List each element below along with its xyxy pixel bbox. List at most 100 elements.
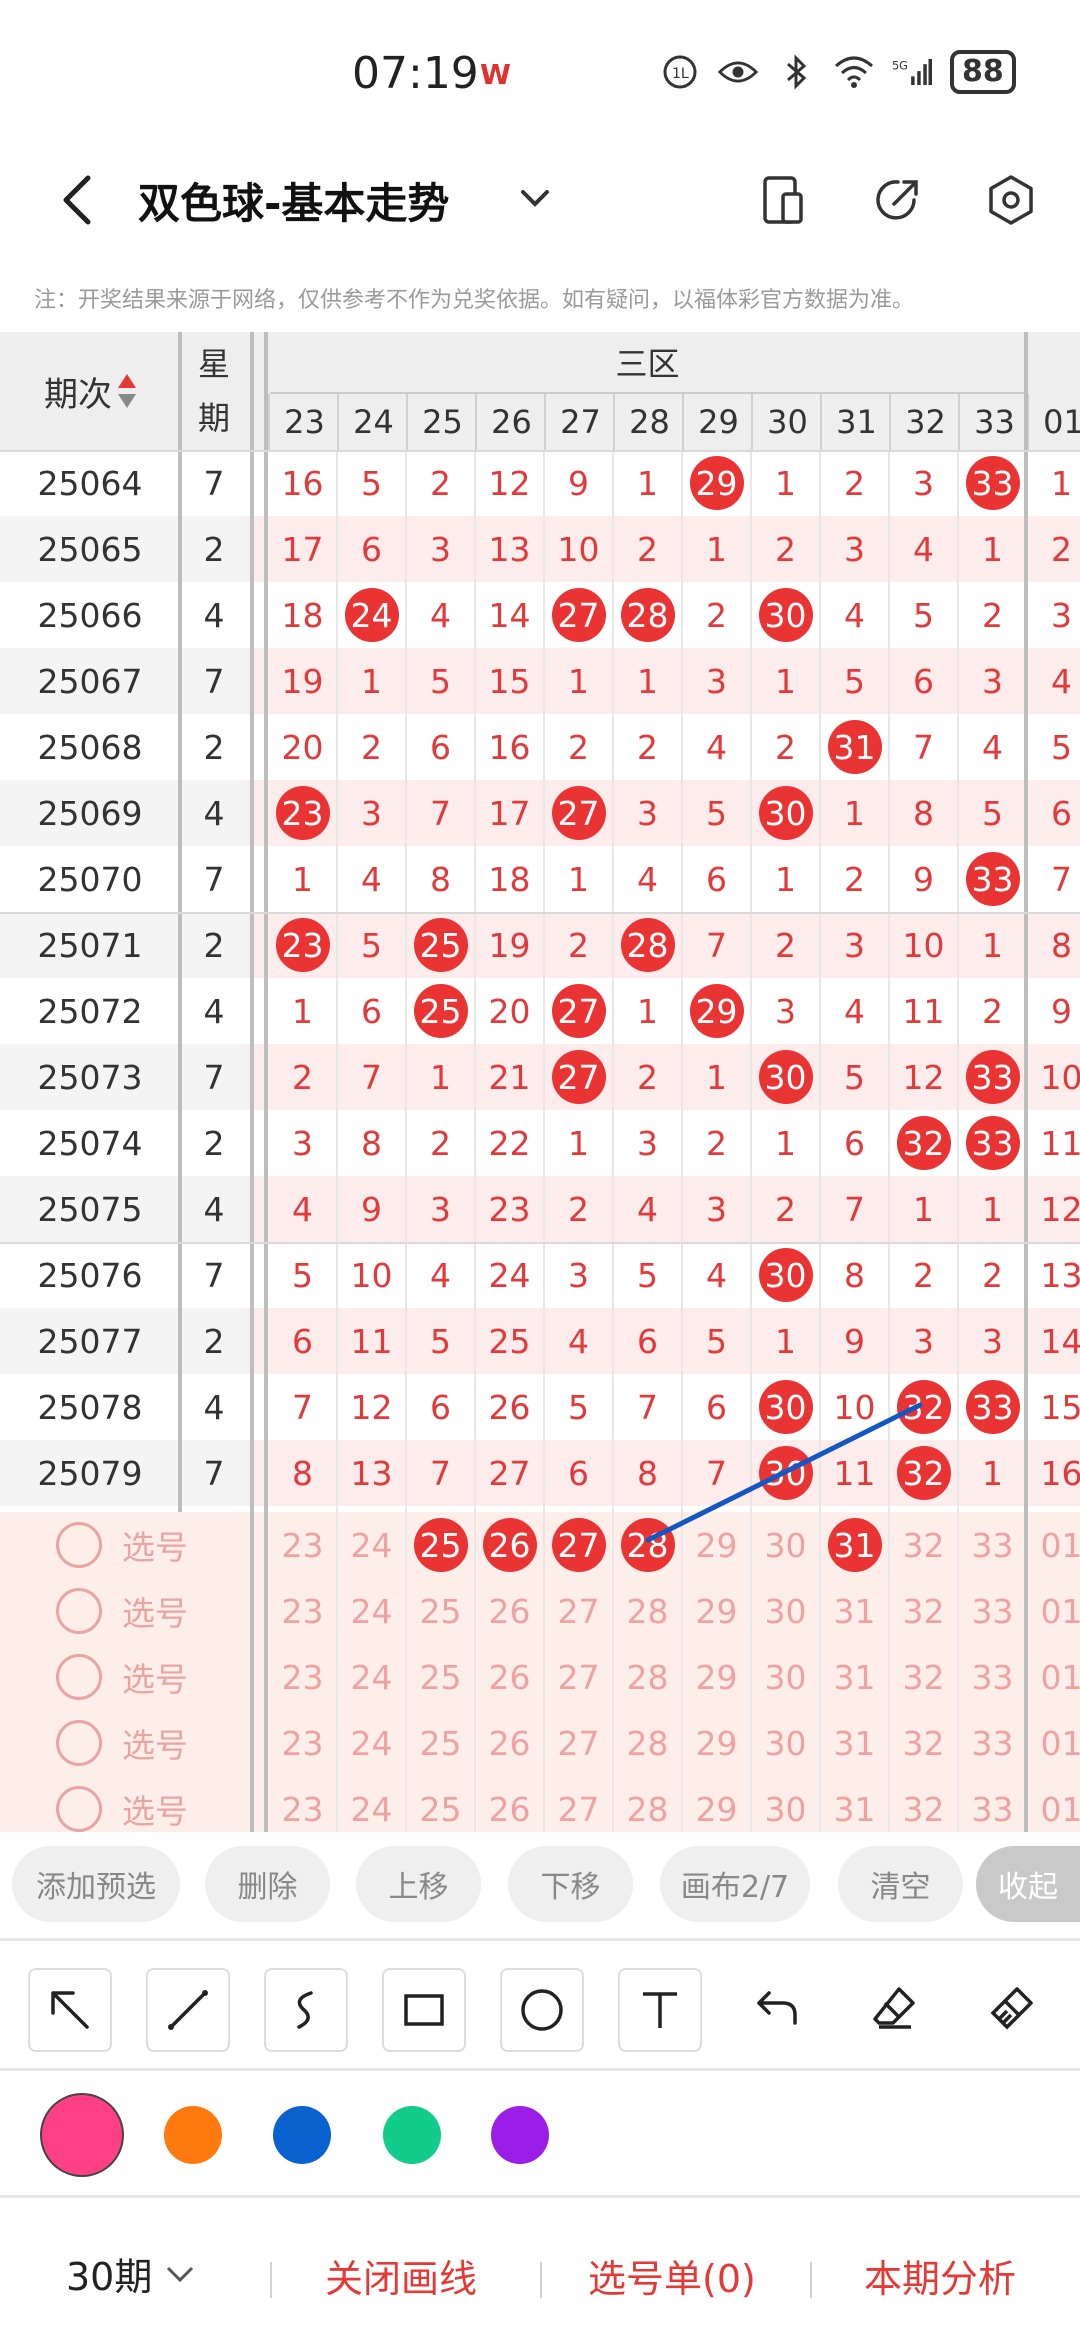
ball-number[interactable]: 25 — [413, 1518, 468, 1572]
selectable-number[interactable]: 25 — [406, 1578, 475, 1644]
selectable-number[interactable]: 01 — [1027, 1776, 1080, 1832]
curve-tool-icon[interactable] — [264, 1968, 348, 2052]
selectable-number[interactable]: 24 — [337, 1710, 406, 1776]
selectable-number[interactable]: 30 — [751, 1644, 820, 1710]
selected-number-ball[interactable]: 31 — [820, 1512, 889, 1578]
selectable-number[interactable]: 33 — [958, 1776, 1027, 1832]
selectable-number[interactable]: 32 — [889, 1710, 958, 1776]
selectable-number[interactable]: 24 — [337, 1578, 406, 1644]
selectable-number[interactable]: 01 — [1027, 1578, 1080, 1644]
selectable-number[interactable]: 26 — [475, 1776, 544, 1832]
ball-number[interactable]: 28 — [620, 1518, 675, 1572]
color-swatch[interactable] — [273, 2106, 331, 2164]
selectable-number[interactable]: 24 — [337, 1776, 406, 1832]
move-up-button[interactable]: 上移 — [356, 1846, 481, 1922]
radio-circle-icon[interactable] — [56, 1720, 102, 1766]
share-icon[interactable] — [870, 172, 926, 228]
canvas-page-button[interactable]: 画布2/7 — [660, 1846, 810, 1922]
selectable-number[interactable]: 25 — [406, 1710, 475, 1776]
select-number-label[interactable]: 选号 — [122, 1653, 188, 1701]
selected-number-ball[interactable]: 28 — [613, 1512, 682, 1578]
selectable-number[interactable]: 33 — [958, 1710, 1027, 1776]
selectable-number[interactable]: 33 — [958, 1578, 1027, 1644]
radio-circle-icon[interactable] — [56, 1588, 102, 1634]
period-count-dropdown[interactable]: 30期 — [66, 2246, 198, 2301]
selectable-number[interactable]: 25 — [406, 1644, 475, 1710]
radio-circle-icon[interactable] — [56, 1522, 102, 1568]
color-swatch[interactable] — [164, 2106, 222, 2164]
select-number-label[interactable]: 选号 — [122, 1587, 188, 1635]
selected-number-ball[interactable]: 27 — [544, 1512, 613, 1578]
selectable-number[interactable]: 26 — [475, 1644, 544, 1710]
select-number-label[interactable]: 选号 — [122, 1719, 188, 1767]
delete-button[interactable]: 删除 — [205, 1846, 330, 1922]
rectangle-tool-icon[interactable] — [382, 1968, 466, 2052]
back-arrow-icon[interactable] — [52, 172, 108, 228]
selectable-number[interactable]: 28 — [613, 1578, 682, 1644]
undo-icon[interactable] — [736, 1968, 816, 2048]
selected-number-ball[interactable]: 26 — [475, 1512, 544, 1578]
color-swatch[interactable] — [491, 2106, 549, 2164]
page-title[interactable]: 双色球-基本走势 — [138, 170, 449, 231]
selectable-number[interactable]: 32 — [889, 1776, 958, 1832]
close-lines-button[interactable]: 关闭画线 — [325, 2248, 477, 2303]
radio-circle-icon[interactable] — [56, 1786, 102, 1832]
selectable-number[interactable]: 27 — [544, 1710, 613, 1776]
selectable-number[interactable]: 29 — [682, 1710, 751, 1776]
selectable-number[interactable]: 01 — [1027, 1644, 1080, 1710]
selectable-number[interactable]: 29 — [682, 1578, 751, 1644]
selection-row[interactable]: 选号 — [0, 1710, 250, 1776]
selectable-number[interactable]: 28 — [613, 1710, 682, 1776]
selectable-number[interactable]: 33 — [958, 1512, 1027, 1578]
selectable-number[interactable]: 31 — [820, 1644, 889, 1710]
ball-number[interactable]: 27 — [551, 1518, 606, 1572]
circle-tool-icon[interactable] — [500, 1968, 584, 2052]
layout-switch-icon[interactable] — [755, 172, 811, 228]
selection-row[interactable]: 选号 — [0, 1776, 250, 1832]
period-header[interactable]: 期次 — [0, 332, 180, 450]
eraser-icon[interactable] — [854, 1968, 934, 2048]
selectable-number[interactable]: 32 — [889, 1644, 958, 1710]
selectable-number[interactable]: 27 — [544, 1776, 613, 1832]
move-down-button[interactable]: 下移 — [508, 1846, 633, 1922]
selectable-number[interactable]: 23 — [268, 1578, 337, 1644]
selectable-number[interactable]: 31 — [820, 1578, 889, 1644]
ball-number[interactable]: 31 — [827, 1518, 882, 1572]
selection-row[interactable]: 选号 — [0, 1512, 250, 1578]
selectable-number[interactable]: 26 — [475, 1710, 544, 1776]
selectable-number[interactable]: 33 — [958, 1644, 1027, 1710]
add-preselect-button[interactable]: 添加预选 — [12, 1846, 180, 1922]
color-swatch[interactable] — [42, 2095, 122, 2175]
period-analysis-button[interactable]: 本期分析 — [864, 2248, 1016, 2303]
selectable-number[interactable]: 23 — [268, 1710, 337, 1776]
color-swatch[interactable] — [383, 2106, 441, 2164]
selectable-number[interactable]: 23 — [268, 1776, 337, 1832]
selectable-number[interactable]: 29 — [682, 1512, 751, 1578]
selectable-number[interactable]: 30 — [751, 1512, 820, 1578]
select-number-label[interactable]: 选号 — [122, 1785, 188, 1832]
selectable-number[interactable]: 01 — [1027, 1710, 1080, 1776]
selectable-number[interactable]: 27 — [544, 1644, 613, 1710]
selection-list-button[interactable]: 选号单(0) — [588, 2248, 756, 2303]
ball-number[interactable]: 26 — [482, 1518, 537, 1572]
selectable-number[interactable]: 29 — [682, 1644, 751, 1710]
sort-icon[interactable] — [118, 374, 136, 408]
select-number-label[interactable]: 选号 — [122, 1521, 188, 1569]
selectable-number[interactable]: 28 — [613, 1644, 682, 1710]
clear-button[interactable]: 清空 — [838, 1846, 963, 1922]
selectable-number[interactable]: 29 — [682, 1776, 751, 1832]
selection-area[interactable]: 选号 23 24 25 26 27 28 29 30 31 32 33 01 选号 23 24 25 26 27 28… — [0, 1512, 1080, 1832]
selectable-number[interactable]: 24 — [337, 1512, 406, 1578]
selectable-number[interactable]: 26 — [475, 1578, 544, 1644]
selectable-number[interactable]: 24 — [337, 1644, 406, 1710]
settings-icon[interactable] — [983, 172, 1039, 228]
collapse-button[interactable]: 收起 — [976, 1846, 1080, 1922]
selectable-number[interactable]: 30 — [751, 1776, 820, 1832]
selection-row[interactable]: 选号 — [0, 1644, 250, 1710]
selectable-number[interactable]: 27 — [544, 1578, 613, 1644]
chevron-down-icon[interactable] — [515, 178, 555, 218]
selectable-number[interactable]: 23 — [268, 1644, 337, 1710]
arrow-tool-icon[interactable] — [28, 1968, 112, 2052]
selectable-number[interactable]: 01 — [1027, 1512, 1080, 1578]
selectable-number[interactable]: 30 — [751, 1578, 820, 1644]
